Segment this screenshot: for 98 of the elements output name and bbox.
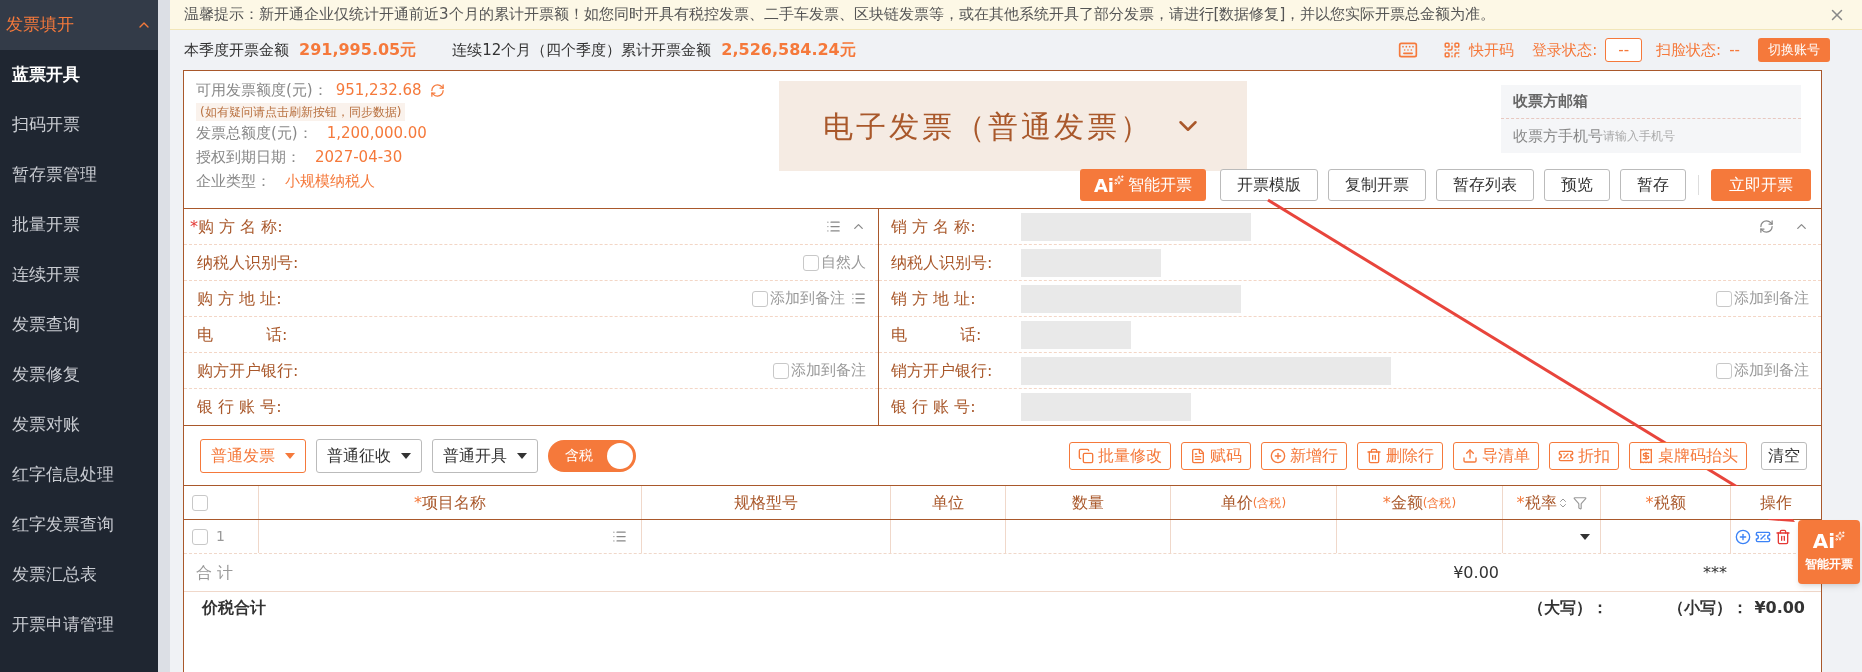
sidebar-item[interactable]: 连续开票 [0, 250, 158, 300]
sidebar-item[interactable]: 批量开票 [0, 200, 158, 250]
add-row-icon[interactable] [1735, 528, 1751, 545]
refresh-hint: (如有疑问请点击刷新按钮，同步数据) [196, 102, 406, 121]
trash-icon [1366, 447, 1382, 464]
caret-icon [517, 452, 527, 459]
action-button[interactable]: 复制开票 [1328, 169, 1426, 201]
field-label: 纳税人识别号: [196, 251, 299, 274]
field-label: 银 行 账 号: [891, 396, 977, 418]
field-label: 销 方 地 址: [891, 287, 977, 310]
checkbox[interactable] [1716, 362, 1732, 379]
plus-circle-icon [1270, 447, 1286, 464]
sidebar-item[interactable]: 蓝票开具 [0, 50, 158, 100]
sparkle-icon [1114, 175, 1124, 185]
info-label: 可用发票额度(元)： [196, 80, 328, 101]
checkbox[interactable] [1716, 290, 1732, 307]
summary-value: 291,995.05元 [299, 39, 417, 61]
field-label: 电 话: [891, 323, 983, 346]
document-icon [1190, 447, 1206, 464]
sparkle-icon [1835, 531, 1846, 541]
grand-total-label: 价税合计 [202, 597, 266, 619]
qr-code-icon[interactable] [1443, 41, 1462, 59]
checkbox[interactable] [773, 362, 789, 379]
checkbox-label: 添加到备注 [770, 288, 845, 310]
info-label: 发票总额度(元)： [196, 122, 313, 144]
keyboard-icon[interactable] [1397, 40, 1420, 60]
sidebar-item[interactable]: 发票修复 [0, 350, 158, 400]
checkbox[interactable] [752, 290, 768, 307]
face-status-value: -- [1729, 39, 1740, 61]
sidebar-item[interactable]: 暂存票管理 [0, 150, 158, 200]
invoice-type-selector[interactable]: 电子发票（普通发票） [779, 81, 1247, 171]
login-status-label: 登录状态: [1532, 39, 1598, 61]
sidebar-item[interactable]: 红字发票查询 [0, 500, 158, 550]
summary-value: 2,526,584.24元 [721, 39, 856, 61]
info-value: 小规模纳税人 [285, 170, 375, 192]
summary-label: 连续12个月（四个季度）累计开票金额 [452, 39, 712, 61]
field-label: *购 方 名 称: [190, 215, 283, 238]
filter-icon[interactable] [1572, 495, 1587, 510]
field-label: 销 方 名 称: [891, 215, 977, 238]
notice-text: 温馨提示：新开通企业仅统计开通前近3个月的累计开票额！如您同时开具有税控发票、二手车发票、区块链发票等，或在其他系统开具了部分发票，请进行[数据修复]，并以您实际开票总金额为准。 [184, 4, 1496, 26]
row-number: 1 [216, 527, 225, 546]
field-label: 纳税人识别号: [891, 251, 994, 274]
sidebar-item[interactable]: 开票申请管理 [0, 600, 158, 650]
action-button[interactable]: 预览 [1544, 169, 1610, 201]
field-label: 银 行 账 号: [196, 396, 282, 418]
action-button[interactable]: 暂存列表 [1436, 169, 1534, 201]
info-value: 951,232.68 [335, 80, 422, 101]
sidebar-item[interactable]: 发票查询 [0, 300, 158, 350]
type-dropdown[interactable]: 普通征收 [316, 438, 422, 473]
summary-label: 本季度开票金额 [184, 39, 289, 61]
info-value: 1,200,000.00 [326, 122, 427, 144]
caret-icon[interactable] [1580, 533, 1590, 540]
uppercase-total-label: （大写）： [1528, 597, 1609, 619]
info-label: 授权到期日期： [196, 146, 301, 168]
total-amount: ¥0.00 [1452, 561, 1500, 584]
sidebar-group-header[interactable]: 发票填开 [0, 0, 158, 50]
total-label: 合 计 [195, 561, 235, 584]
toggle-thumb [607, 442, 633, 469]
checkbox[interactable] [803, 254, 819, 271]
copy-icon [1078, 447, 1094, 464]
total-tax: *** [1702, 561, 1728, 584]
info-value: 2027-04-30 [315, 146, 403, 168]
info-label: 企业类型： [196, 170, 271, 192]
sidebar-item[interactable]: 扫码开票 [0, 100, 158, 150]
checkbox-label: 自然人 [821, 252, 866, 274]
phone-input[interactable]: 请输入手机号 [1603, 127, 1789, 145]
sidebar-item[interactable]: 红字信息处理 [0, 450, 158, 500]
delete-icon[interactable] [1775, 528, 1791, 545]
field-label: 购 方 地 址: [196, 287, 282, 310]
lowercase-total-label: （小写）： [1668, 597, 1749, 619]
caret-icon [285, 452, 295, 459]
lowercase-total-value: ¥0.00 [1754, 597, 1805, 619]
refresh-icon[interactable] [429, 82, 445, 98]
checkbox-label: 添加到备注 [791, 360, 866, 382]
refresh-icon[interactable] [1759, 219, 1774, 234]
clear-button[interactable]: 清空 [1761, 441, 1807, 470]
receipt-icon [1638, 447, 1654, 464]
checkbox[interactable] [192, 528, 208, 545]
upload-icon [1462, 447, 1478, 464]
field-label: 电 话: [196, 323, 288, 346]
sidebar-item[interactable]: 发票对账 [0, 400, 158, 450]
checkbox-label: 添加到备注 [1734, 360, 1809, 382]
field-label: 销方开户银行: [891, 359, 994, 382]
action-button[interactable]: 开票模版 [1220, 169, 1318, 201]
phone-label: 收票方手机号 [1513, 125, 1603, 147]
face-status-label: 扫脸状态: [1656, 39, 1722, 61]
type-dropdown[interactable]: 普通开具 [432, 438, 538, 473]
action-button[interactable]: 暂存 [1620, 169, 1686, 201]
list-icon[interactable] [826, 219, 841, 234]
checkbox-label: 添加到备注 [1734, 288, 1809, 310]
caret-icon [401, 452, 411, 459]
list-icon[interactable] [851, 291, 866, 306]
login-status-value: -- [1605, 37, 1643, 63]
sidebar-item[interactable]: 发票汇总表 [0, 550, 158, 600]
field-label: 购方开户银行: [196, 359, 299, 382]
email-label: 收票方邮箱 [1501, 85, 1801, 119]
checkbox[interactable] [192, 494, 208, 511]
list-icon[interactable] [612, 529, 627, 544]
